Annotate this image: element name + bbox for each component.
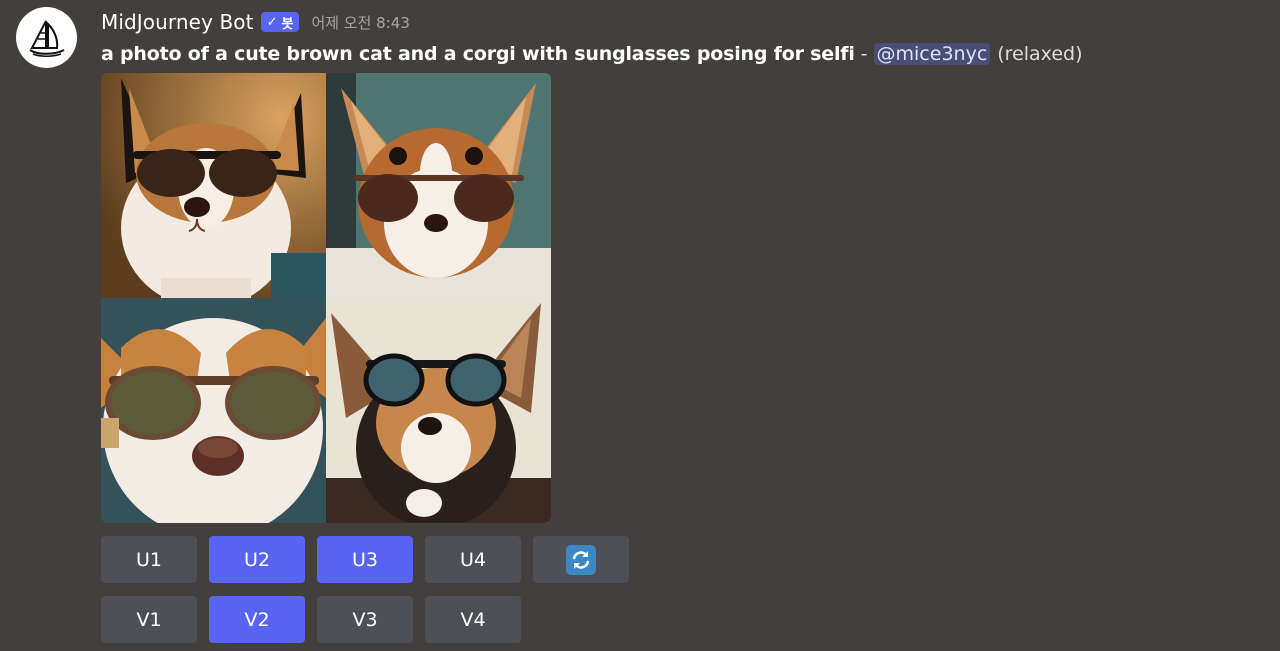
midjourney-avatar[interactable] [16,7,77,68]
bot-message: MidJourney Bot ✓ 봇 어제 오전 8:43 a photo of… [0,0,1280,651]
variation-4-button[interactable]: V4 [425,596,521,643]
image-grid[interactable] [101,73,551,523]
verified-check-icon: ✓ [266,14,278,30]
upscale-4-button[interactable]: U4 [425,536,521,583]
separator: - [860,43,868,65]
sailboat-logo-icon [28,20,64,57]
variation-button-row: V1 V2 V3 V4 [101,596,521,643]
image-tile-4[interactable] [326,298,551,523]
image-tile-2[interactable] [326,73,551,298]
reroll-icon [566,544,596,575]
upscale-button-row: U1 U2 U3 U4 [101,536,629,583]
user-mention[interactable]: @mice3nyc [873,43,991,65]
prompt-text: a photo of a cute brown cat and a corgi … [101,43,855,65]
message-header: MidJourney Bot ✓ 봇 어제 오전 8:43 [101,7,410,37]
variation-2-button[interactable]: V2 [209,596,305,643]
variation-3-button[interactable]: V3 [317,596,413,643]
upscale-2-button[interactable]: U2 [209,536,305,583]
variation-1-button[interactable]: V1 [101,596,197,643]
upscale-1-button[interactable]: U1 [101,536,197,583]
reroll-button[interactable] [533,536,629,583]
mode-text: (relaxed) [997,43,1083,65]
bot-tag-label: 봇 [281,16,294,32]
image-tile-3[interactable] [101,298,326,523]
upscale-3-button[interactable]: U3 [317,536,413,583]
author-name[interactable]: MidJourney Bot [101,10,254,34]
message-content: a photo of a cute brown cat and a corgi … [101,39,1083,69]
timestamp: 어제 오전 8:43 [311,13,410,32]
image-tile-1[interactable] [101,73,326,298]
bot-tag: ✓ 봇 [260,12,300,32]
